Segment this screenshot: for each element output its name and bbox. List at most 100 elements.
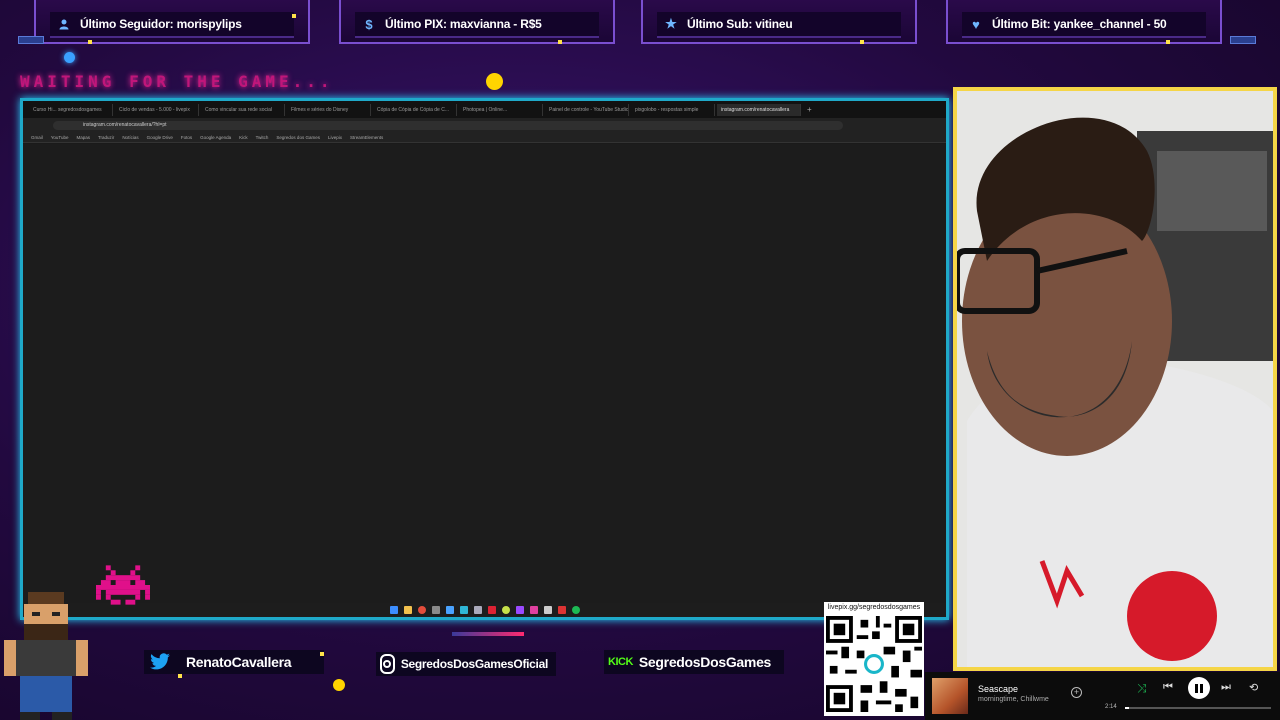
pause-icon xyxy=(1195,683,1203,693)
windows-taskbar xyxy=(23,603,946,617)
livepix-qr-code: livepix.gg/segredosdosgames xyxy=(824,602,924,716)
alert-inner: ♥ Último Bit: yankee_channel - 50 xyxy=(962,12,1206,38)
social-kick: KICK SegredosDosGames xyxy=(604,650,784,674)
twitter-handle: RenatoCavallera xyxy=(186,654,292,670)
music-player: Seascape morningtime, Chillwme + ⤨ ⏮ ⏭ ⟲… xyxy=(925,672,1280,720)
bookmark-item[interactable]: Notícias xyxy=(122,135,138,140)
previous-icon[interactable]: ⏮ xyxy=(1163,681,1173,694)
pixel-dot xyxy=(860,40,864,44)
corner-decoration-left xyxy=(18,36,44,44)
repeat-icon[interactable]: ⟲ xyxy=(1249,681,1258,694)
add-icon[interactable]: + xyxy=(1071,687,1082,698)
alert-text: Último Bit: yankee_channel - 50 xyxy=(992,17,1167,31)
browser-tab[interactable]: Ciclo de vendas - 5.000 - livepix xyxy=(115,103,199,116)
qr-url-label: livepix.gg/segredosdosgames xyxy=(827,604,921,611)
alert-last-follower: Último Seguidor: morispylips xyxy=(34,0,310,44)
pixel-dot xyxy=(558,40,562,44)
app-icon[interactable] xyxy=(459,606,468,614)
app-icon[interactable] xyxy=(515,606,524,614)
shuffle-icon[interactable]: ⤨ xyxy=(1137,681,1147,696)
app-icon[interactable] xyxy=(529,606,538,614)
browser-tabbar: Curso Hi... segredosdosgames Ciclo de ve… xyxy=(23,101,946,118)
alert-text: Último Seguidor: morispylips xyxy=(80,17,242,31)
app-icon[interactable] xyxy=(445,606,454,614)
progress-bar[interactable] xyxy=(1125,707,1271,709)
neon-lights-decoration xyxy=(452,632,524,636)
browser-tab[interactable]: Cópia de Cópia de Cópia de C... xyxy=(373,103,457,116)
url-input[interactable]: instagram.com/renatocavallera/?hl=pt xyxy=(53,120,843,130)
instagram-handle: SegredosDosGamesOficial xyxy=(400,657,548,671)
chrome-icon[interactable] xyxy=(417,606,426,614)
pacman-dot-icon xyxy=(486,73,503,90)
browser-tab[interactable]: Curso Hi... segredosdosgames xyxy=(29,103,113,116)
new-tab-icon[interactable]: + xyxy=(807,105,812,114)
browser-content[interactable] xyxy=(23,144,946,603)
bookmark-item[interactable]: Google Drive xyxy=(147,135,173,140)
screen-capture: Curso Hi... segredosdosgames Ciclo de ve… xyxy=(20,98,949,620)
bookmark-item[interactable]: Fotos xyxy=(181,135,192,140)
alert-inner: Último Seguidor: morispylips xyxy=(50,12,294,38)
browser-tab[interactable]: Filmes e séries do Disney xyxy=(287,103,371,116)
bookmark-item[interactable]: StreamElements xyxy=(350,135,383,140)
browser-tab-active[interactable]: instagram.com/renatocavallera xyxy=(717,103,801,116)
dollar-icon: $ xyxy=(365,16,373,32)
app-icon[interactable] xyxy=(543,606,552,614)
bookmark-item[interactable]: Traduzir xyxy=(98,135,114,140)
alert-text: Último PIX: maxvianna - R$5 xyxy=(385,17,542,31)
twitter-icon xyxy=(148,653,172,671)
browser-tab[interactable]: Photopea | Online... xyxy=(459,103,543,116)
alert-last-pix: $ Último PIX: maxvianna - R$5 xyxy=(339,0,615,44)
app-icon[interactable] xyxy=(473,606,482,614)
browser-tab[interactable]: Painel de controle - YouTube Studio xyxy=(545,103,629,116)
elapsed-time: 2:14 xyxy=(1105,704,1117,710)
alert-last-bit: ♥ Último Bit: yankee_channel - 50 xyxy=(946,0,1222,44)
pacman-dot-icon xyxy=(333,679,345,691)
alert-last-sub: ★ Último Sub: vitineu xyxy=(641,0,917,44)
app-icon[interactable] xyxy=(557,606,566,614)
alert-inner: ★ Último Sub: vitineu xyxy=(657,12,901,38)
pixel-dot xyxy=(1166,40,1170,44)
social-twitter: RenatoCavallera xyxy=(144,650,324,674)
star-icon: ★ xyxy=(665,16,677,31)
pixel-dot xyxy=(292,14,296,18)
waiting-banner: WAITING FOR THE GAME... xyxy=(20,72,334,91)
kick-icon: KICK xyxy=(608,656,633,668)
track-artist: morningtime, Chillwme xyxy=(978,696,1049,703)
bookmark-item[interactable]: Gmail xyxy=(31,135,43,140)
app-icon[interactable] xyxy=(487,606,496,614)
app-icon[interactable] xyxy=(501,606,510,614)
bookmark-item[interactable]: Twitch xyxy=(256,135,269,140)
browser-tab[interactable]: pixgolobo - respostas simple xyxy=(631,103,715,116)
pause-button[interactable] xyxy=(1188,677,1210,699)
bookmark-item[interactable]: Kick xyxy=(239,135,248,140)
progress-fill xyxy=(1125,707,1130,709)
bookmark-item[interactable]: YouTube xyxy=(51,135,69,140)
blue-orb-icon xyxy=(64,52,75,63)
instagram-icon xyxy=(380,654,395,674)
folder-icon[interactable] xyxy=(403,606,412,614)
corner-decoration-right xyxy=(1230,36,1256,44)
bookmark-item[interactable]: Livepix xyxy=(328,135,342,140)
alert-text: Último Sub: vitineu xyxy=(687,17,793,31)
qr-code-icon xyxy=(826,616,922,712)
bookmarks-bar: Gmail YouTube Mapas Traduzir Notícias Go… xyxy=(23,132,946,143)
pixel-dot xyxy=(88,40,92,44)
browser-addressbar: instagram.com/renatocavallera/?hl=pt xyxy=(23,118,946,132)
start-icon[interactable] xyxy=(389,606,398,614)
bookmark-item[interactable]: Segredos dos Games xyxy=(276,135,320,140)
space-invader-icon xyxy=(96,565,150,610)
spotify-icon[interactable] xyxy=(571,606,580,614)
alert-inner: $ Último PIX: maxvianna - R$5 xyxy=(355,12,599,38)
next-icon[interactable]: ⏭ xyxy=(1221,681,1231,694)
bookmark-item[interactable]: Google Agenda xyxy=(200,135,231,140)
kick-handle: SegredosDosGames xyxy=(638,654,772,670)
webcam-feed xyxy=(953,87,1277,671)
social-instagram: SegredosDosGamesOficial xyxy=(376,652,556,676)
user-icon xyxy=(56,16,72,32)
track-title: Seascape xyxy=(978,684,1019,694)
settings-icon[interactable] xyxy=(431,606,440,614)
pixel-dot xyxy=(178,674,182,678)
browser-tab[interactable]: Como vincular sua rede social xyxy=(201,103,285,116)
pixel-dot xyxy=(320,652,324,656)
bookmark-item[interactable]: Mapas xyxy=(76,135,90,140)
